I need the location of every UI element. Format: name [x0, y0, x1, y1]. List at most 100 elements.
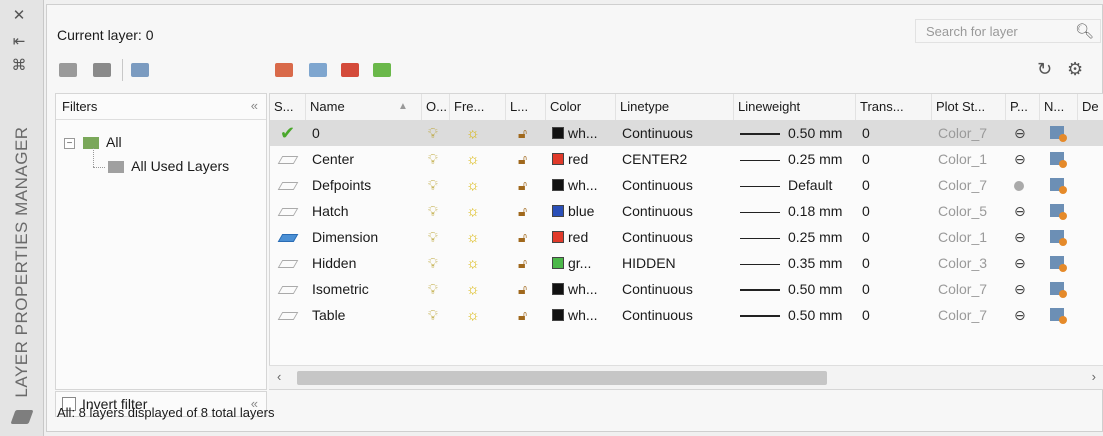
- refresh-icon[interactable]: ↻: [1037, 59, 1052, 80]
- status-cell[interactable]: ✔: [280, 120, 295, 146]
- color-cell[interactable]: wh...: [552, 276, 598, 302]
- plot-printer-icon[interactable]: ⊖: [1014, 229, 1026, 245]
- color-cell[interactable]: wh...: [552, 120, 598, 146]
- properties-icon[interactable]: ⌘: [8, 56, 30, 76]
- lineweight-cell[interactable]: 0.18 mm: [740, 198, 842, 224]
- transparency-cell[interactable]: 0: [862, 302, 870, 328]
- plot-cell[interactable]: ⊖: [1014, 224, 1026, 250]
- layer-row[interactable]: Table 💡︎ ☼ 🔓︎ wh... Continuous 0.50 mm 0 Color_7…: [270, 302, 1103, 328]
- column-status[interactable]: S...: [270, 94, 306, 120]
- new-property-filter-icon[interactable]: [59, 63, 77, 77]
- new-vp-freeze-icon[interactable]: [1050, 250, 1067, 276]
- unlock-icon[interactable]: 🔓︎: [518, 146, 527, 172]
- filter-tree-item-all-used-layers[interactable]: All Used Layers: [108, 158, 229, 174]
- status-cell[interactable]: [277, 146, 299, 172]
- column-name[interactable]: Name ▲: [306, 94, 422, 120]
- plot-printer-icon[interactable]: ⊖: [1014, 125, 1026, 141]
- layer-states-manager-icon[interactable]: [131, 63, 149, 77]
- scrollbar-thumb[interactable]: [297, 371, 827, 385]
- bulb-on-icon[interactable]: 💡︎: [428, 250, 438, 276]
- new-vp-freeze-icon[interactable]: [1050, 276, 1067, 302]
- unlock-icon[interactable]: 🔓︎: [518, 172, 527, 198]
- bulb-on-icon[interactable]: 💡︎: [428, 224, 438, 250]
- scroll-right-icon[interactable]: ›: [1092, 369, 1096, 384]
- collapse-tree-icon[interactable]: −: [64, 137, 75, 149]
- new-layer-icon[interactable]: [275, 63, 293, 77]
- layer-row[interactable]: ✔ 0 💡︎ ☼ 🔓︎ wh... Continuous 0.50 mm 0 Color_7 ⊖: [270, 120, 1103, 146]
- layer-row[interactable]: Center 💡︎ ☼ 🔓︎ red CENTER2 0.25 mm 0 Color_1 ⊖: [270, 146, 1103, 172]
- linetype-cell[interactable]: HIDDEN: [622, 250, 676, 276]
- plot-cell[interactable]: ⊖: [1014, 302, 1026, 328]
- sun-thaw-icon[interactable]: ☼: [466, 276, 480, 302]
- plot-cell[interactable]: ⊖: [1014, 250, 1026, 276]
- unlock-icon[interactable]: 🔓︎: [518, 250, 527, 276]
- lineweight-cell[interactable]: 0.35 mm: [740, 250, 842, 276]
- plot-printer-icon[interactable]: ⊖: [1014, 151, 1026, 167]
- new-vp-freeze-icon[interactable]: [1050, 146, 1067, 172]
- color-cell[interactable]: blue: [552, 198, 594, 224]
- linetype-cell[interactable]: Continuous: [622, 302, 693, 328]
- plot-cell[interactable]: ⊖: [1014, 120, 1026, 146]
- color-cell[interactable]: red: [552, 146, 588, 172]
- layer-name[interactable]: Hatch: [312, 198, 349, 224]
- sun-thaw-icon[interactable]: ☼: [466, 146, 480, 172]
- plot-cell[interactable]: [1014, 172, 1024, 198]
- linetype-cell[interactable]: CENTER2: [622, 146, 687, 172]
- layer-name[interactable]: Center: [312, 146, 354, 172]
- column-new-vp-freeze[interactable]: N...: [1040, 94, 1078, 120]
- transparency-cell[interactable]: 0: [862, 250, 870, 276]
- column-transparency[interactable]: Trans...: [856, 94, 932, 120]
- unlock-icon[interactable]: 🔓︎: [518, 120, 527, 146]
- settings-icon[interactable]: ⚙: [1067, 59, 1083, 80]
- status-cell[interactable]: [277, 198, 299, 224]
- collapse-filters-icon[interactable]: «: [251, 98, 258, 113]
- new-layer-vp-frozen-icon[interactable]: [309, 63, 327, 77]
- search-icon[interactable]: 🔍︎: [1075, 22, 1094, 40]
- layer-name[interactable]: Dimension: [312, 224, 378, 250]
- linetype-cell[interactable]: Continuous: [622, 198, 693, 224]
- bulb-on-icon[interactable]: 💡︎: [428, 146, 438, 172]
- layer-row[interactable]: Dimension 💡︎ ☼ 🔓︎ red Continuous 0.25 mm 0 Color…: [270, 224, 1103, 250]
- color-cell[interactable]: wh...: [552, 172, 598, 198]
- layer-name[interactable]: 0: [312, 120, 320, 146]
- new-vp-freeze-icon[interactable]: [1050, 172, 1067, 198]
- status-cell[interactable]: [277, 224, 299, 250]
- lineweight-cell[interactable]: 0.25 mm: [740, 224, 842, 250]
- scroll-left-icon[interactable]: ‹: [277, 369, 281, 384]
- column-plot-style[interactable]: Plot St...: [932, 94, 1006, 120]
- layer-row[interactable]: Defpoints 💡︎ ☼ 🔓︎ wh... Continuous Default 0 Col…: [270, 172, 1103, 198]
- status-cell[interactable]: [277, 276, 299, 302]
- transparency-cell[interactable]: 0: [862, 276, 870, 302]
- layer-name[interactable]: Table: [312, 302, 345, 328]
- transparency-cell[interactable]: 0: [862, 120, 870, 146]
- column-lock[interactable]: L...: [506, 94, 546, 120]
- linetype-cell[interactable]: Continuous: [622, 276, 693, 302]
- color-cell[interactable]: red: [552, 224, 588, 250]
- auto-hide-icon[interactable]: ⇤: [8, 32, 30, 52]
- linetype-cell[interactable]: Continuous: [622, 224, 693, 250]
- linetype-cell[interactable]: Continuous: [622, 120, 693, 146]
- linetype-cell[interactable]: Continuous: [622, 172, 693, 198]
- column-plot[interactable]: P...: [1006, 94, 1040, 120]
- lineweight-cell[interactable]: 0.50 mm: [740, 276, 842, 302]
- lineweight-cell[interactable]: 0.50 mm: [740, 120, 842, 146]
- search-layer-input[interactable]: Search for layer 🔍︎: [915, 19, 1101, 43]
- delete-layer-icon[interactable]: [341, 63, 359, 77]
- unlock-icon[interactable]: 🔓︎: [518, 276, 527, 302]
- plot-printer-icon[interactable]: ⊖: [1014, 255, 1026, 271]
- sun-thaw-icon[interactable]: ☼: [466, 198, 480, 224]
- sun-thaw-icon[interactable]: ☼: [466, 250, 480, 276]
- column-freeze[interactable]: Fre...: [450, 94, 506, 120]
- column-color[interactable]: Color: [546, 94, 616, 120]
- unlock-icon[interactable]: 🔓︎: [518, 198, 527, 224]
- column-linetype[interactable]: Linetype: [616, 94, 734, 120]
- new-vp-freeze-icon[interactable]: [1050, 120, 1067, 146]
- set-current-icon[interactable]: [373, 63, 391, 77]
- lineweight-cell[interactable]: 0.50 mm: [740, 302, 842, 328]
- bulb-on-icon[interactable]: 💡︎: [428, 172, 438, 198]
- column-lineweight[interactable]: Lineweight: [734, 94, 856, 120]
- sun-thaw-icon[interactable]: ☼: [466, 120, 480, 146]
- plot-printer-icon[interactable]: ⊖: [1014, 203, 1026, 219]
- column-description[interactable]: De: [1078, 94, 1103, 120]
- bulb-on-icon[interactable]: 💡︎: [428, 302, 438, 328]
